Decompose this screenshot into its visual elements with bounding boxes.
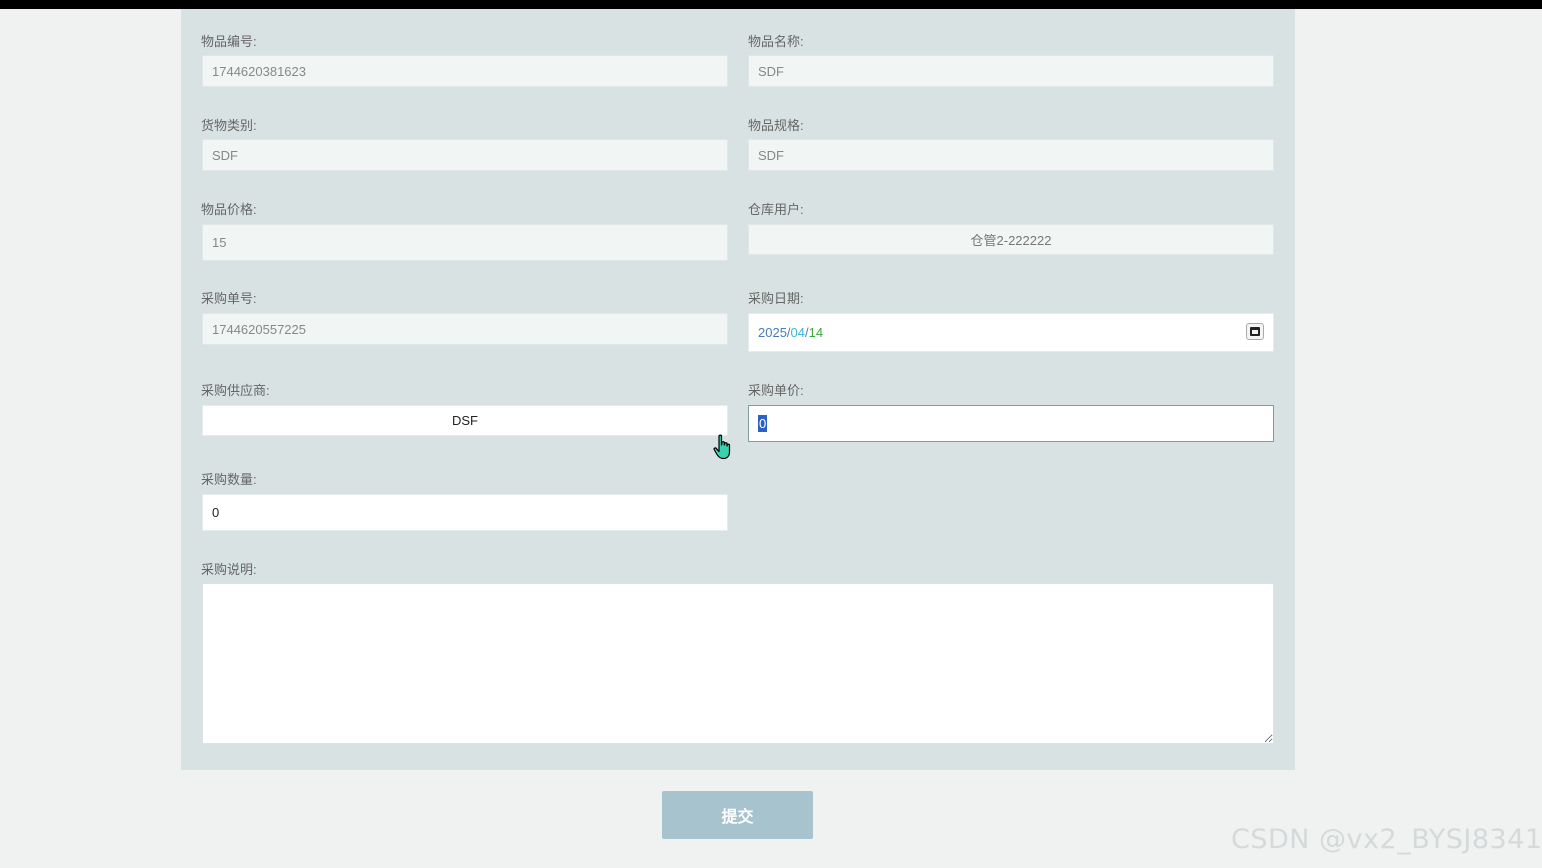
date-month[interactable]: 04: [791, 325, 805, 340]
date-day[interactable]: 14: [809, 325, 823, 340]
description-textarea[interactable]: [202, 583, 1274, 744]
spec-label: 物品规格:: [748, 118, 804, 133]
watermark: CSDN @vx2_BYSJ8341: [1231, 824, 1542, 855]
item-no-field[interactable]: 1744620381623: [202, 55, 728, 87]
warehouse-user-select[interactable]: 仓管2-222222: [748, 224, 1274, 255]
supplier-select[interactable]: DSF: [202, 405, 728, 436]
unit-price-label: 采购单价:: [748, 383, 804, 398]
submit-button[interactable]: 提交: [662, 791, 813, 839]
purchase-date-input[interactable]: 2025/04/14: [748, 313, 1274, 352]
item-name-field[interactable]: SDF: [748, 55, 1274, 87]
quantity-input[interactable]: 0: [202, 494, 728, 531]
supplier-label: 采购供应商:: [201, 383, 270, 398]
purchase-form: 物品编号: 1744620381623 物品名称: SDF 货物类别: SDF …: [181, 9, 1295, 770]
purchase-date-label: 采购日期:: [748, 291, 804, 306]
category-field[interactable]: SDF: [202, 139, 728, 171]
price-label: 物品价格:: [201, 202, 257, 217]
purchase-no-field[interactable]: 1744620557225: [202, 313, 728, 345]
item-no-label: 物品编号:: [201, 34, 257, 49]
category-label: 货物类别:: [201, 118, 257, 133]
date-year[interactable]: 2025: [758, 325, 787, 340]
spec-field[interactable]: SDF: [748, 139, 1274, 171]
calendar-icon[interactable]: [1246, 323, 1264, 340]
item-name-label: 物品名称:: [748, 34, 804, 49]
quantity-label: 采购数量:: [201, 472, 257, 487]
description-label: 采购说明:: [201, 562, 257, 577]
warehouse-user-label: 仓库用户:: [748, 202, 804, 217]
unit-price-input[interactable]: 0: [748, 405, 1274, 442]
hand-pointer-icon: [713, 434, 731, 460]
unit-price-value: 0: [758, 415, 768, 432]
purchase-no-label: 采购单号:: [201, 291, 257, 306]
top-bar: [0, 0, 1542, 9]
price-field[interactable]: 15: [202, 224, 728, 261]
